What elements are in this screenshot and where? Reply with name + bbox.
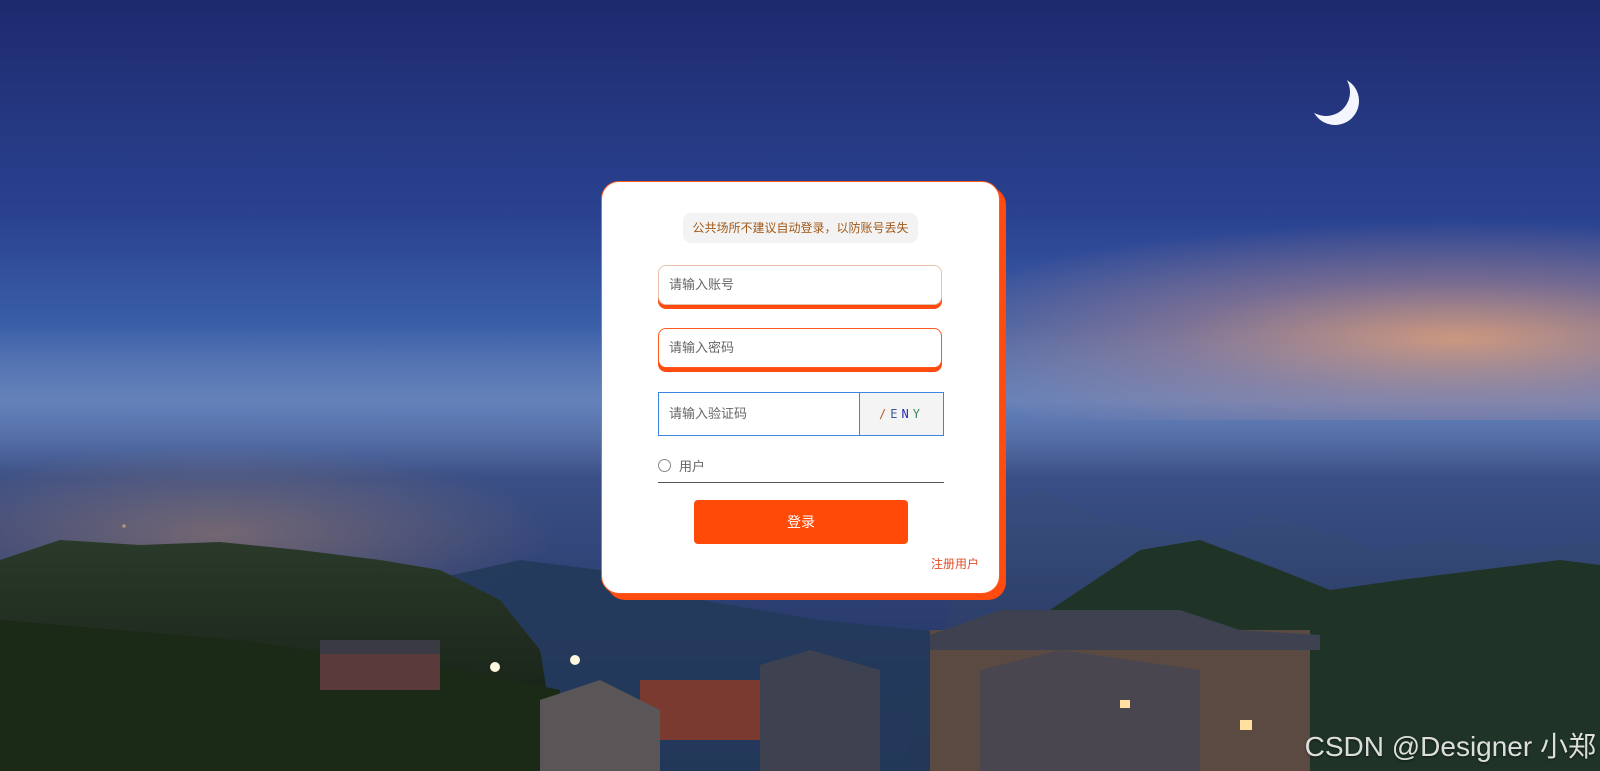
captcha-image[interactable]: / E N Y	[860, 393, 943, 435]
captcha-char: E	[890, 407, 902, 421]
captcha-row: / E N Y	[658, 392, 944, 436]
captcha-char: Y	[912, 407, 924, 421]
captcha-char: N	[901, 407, 913, 421]
captcha-field[interactable]	[659, 393, 860, 435]
background-scene: CSDN @Designer 小郑 公共场所不建议自动登录，以防账号丢失 / E…	[0, 0, 1600, 771]
role-selector[interactable]: 用户	[658, 448, 944, 483]
register-link[interactable]: 注册用户	[931, 555, 979, 572]
login-button[interactable]: 登录	[694, 500, 908, 544]
crescent-moon-icon	[1311, 77, 1359, 125]
password-input[interactable]	[659, 329, 941, 367]
role-label: 用户	[679, 459, 706, 475]
password-field[interactable]	[658, 328, 942, 368]
login-card: 公共场所不建议自动登录，以防账号丢失 / E N Y 用户 登录 注册用户	[601, 181, 1000, 594]
captcha-char: /	[879, 407, 891, 421]
captcha-input[interactable]	[659, 393, 859, 435]
role-radio[interactable]	[658, 458, 671, 472]
watermark: CSDN @Designer 小郑	[1304, 731, 1596, 762]
account-input[interactable]	[659, 266, 941, 304]
login-notice: 公共场所不建议自动登录，以防账号丢失	[683, 213, 918, 243]
account-field[interactable]	[658, 265, 942, 305]
